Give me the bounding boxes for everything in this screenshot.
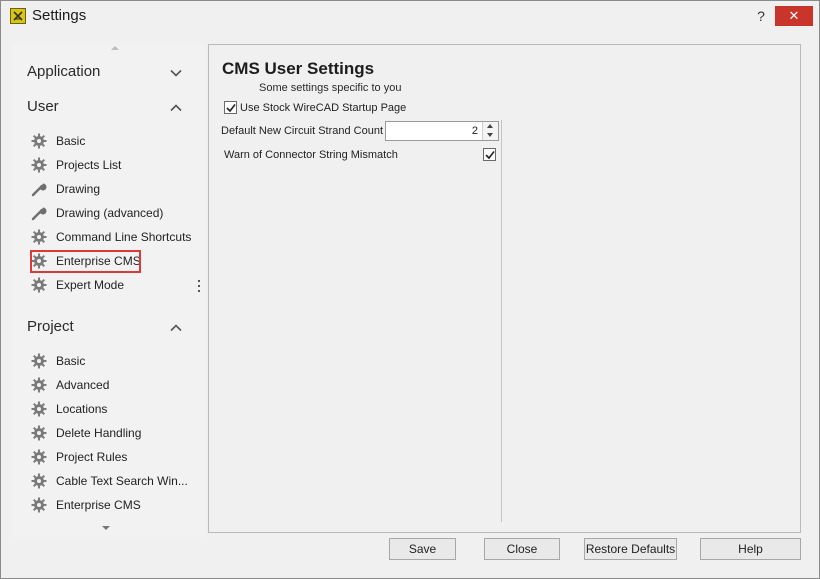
section-header-project[interactable]: Project xyxy=(27,318,187,340)
sidebar-item-project-delete-handling[interactable]: Delete Handling xyxy=(29,422,189,444)
sidebar-item-user-projects-list[interactable]: Projects List xyxy=(29,154,189,176)
spin-up-icon[interactable] xyxy=(487,124,493,128)
settings-window: Settings ? ✕ Application User Basic Proj… xyxy=(0,0,820,579)
wrench-icon xyxy=(31,207,47,221)
sidebar-scroll-up-icon[interactable] xyxy=(111,46,119,50)
use-stock-startup-label: Use Stock WireCAD Startup Page xyxy=(240,102,407,114)
wrench-icon xyxy=(31,183,47,197)
use-stock-startup-checkbox[interactable] xyxy=(224,101,237,114)
chevron-up-icon xyxy=(170,324,182,332)
save-button[interactable]: Save xyxy=(389,538,456,560)
spin-buttons[interactable] xyxy=(482,122,498,140)
settings-content-panel: CMS User Settings Some settings specific… xyxy=(208,44,801,533)
spin-down-icon[interactable] xyxy=(487,133,493,137)
gear-icon xyxy=(31,449,47,465)
sidebar-item-user-expert-mode[interactable]: Expert Mode xyxy=(29,274,189,296)
gear-icon xyxy=(31,277,47,293)
gear-icon xyxy=(31,229,47,245)
sidebar-item-project-cable-text-search[interactable]: Cable Text Search Win... xyxy=(29,470,189,492)
sidebar-item-user-drawing-advanced[interactable]: Drawing (advanced) xyxy=(29,202,189,224)
sidebar-item-label: Project Rules xyxy=(56,450,128,464)
sidebar-item-label: Basic xyxy=(56,354,86,368)
section-label-project: Project xyxy=(27,318,74,335)
sidebar-item-label: Command Line Shortcuts xyxy=(56,230,192,244)
sidebar-item-label: Drawing xyxy=(56,182,101,196)
sidebar-item-user-command-line-shortcuts[interactable]: Command Line Shortcuts xyxy=(29,226,192,248)
sidebar-item-label: Cable Text Search Win... xyxy=(56,474,188,488)
panel-subtitle: Some settings specific to you xyxy=(259,82,402,94)
help-button[interactable]: Help xyxy=(700,538,801,560)
sidebar-item-label: Projects List xyxy=(56,158,122,172)
sidebar-item-label: Locations xyxy=(56,402,108,416)
settings-sidebar: Application User Basic Projects List Dra… xyxy=(12,43,205,537)
sidebar-scroll-down-icon[interactable] xyxy=(102,526,110,530)
gear-icon xyxy=(31,473,47,489)
strand-count-value: 2 xyxy=(471,125,478,137)
section-header-user[interactable]: User xyxy=(27,98,187,120)
title-help-button[interactable]: ? xyxy=(753,7,769,25)
panel-title: CMS User Settings xyxy=(222,59,375,78)
strand-count-spinbox[interactable]: 2 xyxy=(385,121,499,141)
strand-count-label: Default New Circuit Strand Count xyxy=(221,125,384,137)
restore-defaults-button[interactable]: Restore Defaults xyxy=(584,538,677,560)
sidebar-item-label: Delete Handling xyxy=(56,426,142,440)
close-button[interactable]: Close xyxy=(484,538,560,560)
sidebar-item-project-enterprise-cms[interactable]: Enterprise CMS xyxy=(29,494,189,516)
sidebar-item-project-basic[interactable]: Basic xyxy=(29,350,189,372)
gear-icon xyxy=(31,425,47,441)
title-bar[interactable]: Settings ? ✕ xyxy=(1,1,819,32)
column-divider xyxy=(501,120,502,522)
sidebar-item-user-drawing[interactable]: Drawing xyxy=(29,178,189,200)
sidebar-item-label: Enterprise CMS xyxy=(56,498,141,512)
sidebar-item-project-rules[interactable]: Project Rules xyxy=(29,446,189,468)
section-header-application[interactable]: Application xyxy=(27,63,187,85)
section-label-application: Application xyxy=(27,63,101,80)
gear-icon xyxy=(31,133,47,149)
splitter-handle-icon[interactable] xyxy=(198,280,201,294)
chevron-down-icon xyxy=(170,69,182,77)
chevron-up-icon xyxy=(170,104,182,112)
sidebar-item-label: Expert Mode xyxy=(56,278,125,292)
sidebar-item-label: Advanced xyxy=(56,378,110,392)
window-close-button[interactable]: ✕ xyxy=(775,6,813,26)
sidebar-item-user-basic[interactable]: Basic xyxy=(29,130,189,152)
gear-icon xyxy=(31,157,47,173)
selection-highlight xyxy=(30,250,141,273)
app-logo-icon xyxy=(10,8,26,24)
gear-icon xyxy=(31,401,47,417)
sidebar-item-project-advanced[interactable]: Advanced xyxy=(29,374,189,396)
sidebar-item-label: Basic xyxy=(56,134,86,148)
sidebar-item-project-locations[interactable]: Locations xyxy=(29,398,189,420)
window-title: Settings xyxy=(32,7,87,24)
sidebar-item-label: Drawing (advanced) xyxy=(56,206,164,220)
gear-icon xyxy=(31,497,47,513)
section-label-user: User xyxy=(27,98,59,115)
gear-icon xyxy=(31,377,47,393)
connector-warning-label: Warn of Connector String Mismatch xyxy=(224,149,398,161)
checkmark-icon xyxy=(226,104,236,113)
gear-icon xyxy=(31,353,47,369)
connector-warning-checkbox[interactable] xyxy=(483,148,496,161)
checkmark-icon xyxy=(485,151,495,160)
